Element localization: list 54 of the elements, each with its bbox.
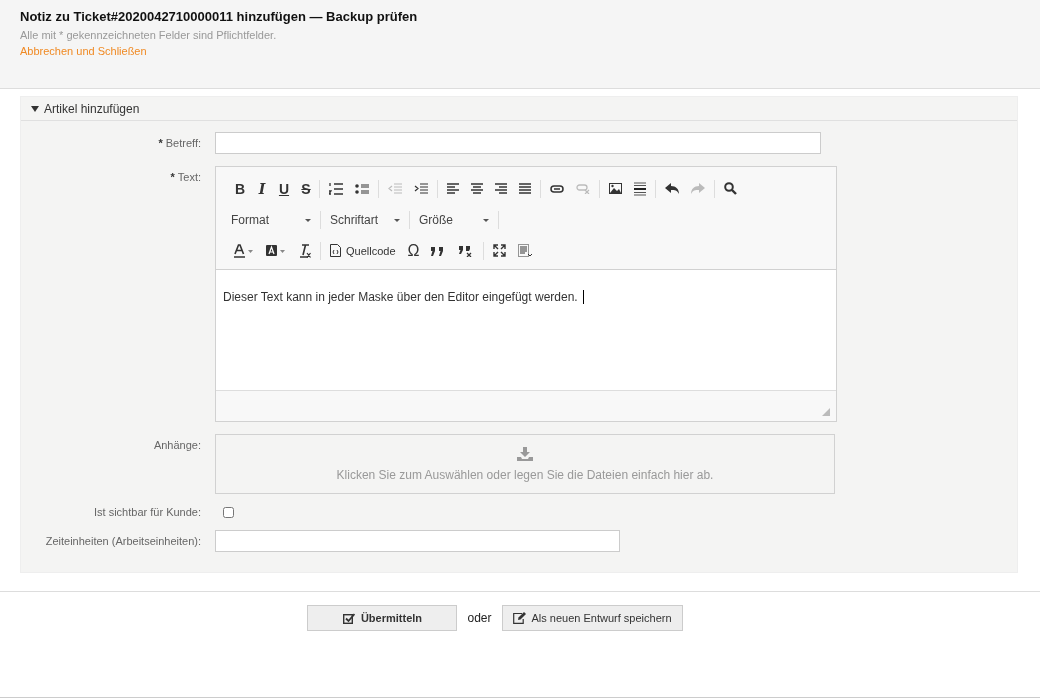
download-tray-icon — [517, 446, 533, 461]
section-title: Artikel hinzufügen — [44, 101, 140, 116]
horizontal-rule-icon[interactable] — [634, 181, 646, 196]
numbered-list-icon[interactable] — [329, 182, 343, 195]
show-blocks-icon[interactable] — [517, 243, 532, 258]
image-icon[interactable] — [609, 183, 622, 194]
drop-zone-hint: Klicken Sie zum Auswählen oder legen Sie die Dateien einfach hier ab. — [336, 467, 714, 482]
text-color-icon[interactable] — [234, 243, 254, 258]
save-draft-button[interactable]: Als neuen Entwurf speichern — [501, 605, 683, 631]
editor-content[interactable]: Dieser Text kann in jeder Maske über den Editor eingefügt werden. — [216, 270, 836, 390]
document-code-icon — [330, 244, 341, 257]
link-icon[interactable] — [550, 184, 564, 193]
justify-icon[interactable] — [519, 183, 531, 194]
dialog-title: Notiz zu Ticket#2020042710000011 hinzufügen — Backup prüfen — [20, 9, 419, 24]
section-header[interactable]: Artikel hinzufügen — [21, 97, 1017, 121]
required-mark: * — [170, 171, 175, 183]
format-button[interactable]: I — [256, 180, 268, 197]
background-color-icon[interactable] — [266, 244, 286, 257]
align-left-icon[interactable] — [447, 183, 459, 194]
format-button[interactable]: U — [278, 180, 290, 197]
search-icon[interactable] — [724, 182, 737, 195]
field-label: Zeiteinheiten (Arbeitseinheiten): — [45, 535, 201, 547]
indent-icon[interactable] — [414, 182, 428, 195]
submit-button[interactable]: Übermitteln — [307, 605, 458, 631]
editor-dropdown[interactable]: Größe — [419, 212, 489, 227]
checkbox-tick-icon — [342, 612, 355, 624]
required-mark: * — [158, 137, 163, 149]
field-label: Ist sichtbar für Kunde: — [94, 506, 201, 518]
editor-dropdown[interactable]: Schriftart — [330, 212, 400, 227]
clear-formatting-icon[interactable] — [298, 243, 311, 258]
field-label: Text: — [177, 171, 201, 183]
remove-quote-icon[interactable] — [457, 244, 474, 257]
edit-icon — [512, 612, 526, 624]
required-hint: Alle mit * gekennzeichneten Felder sind Pflichtfelder. — [20, 29, 278, 41]
collapse-triangle-icon — [31, 105, 39, 112]
align-center-icon[interactable] — [471, 183, 483, 194]
format-button[interactable]: B — [234, 180, 246, 197]
time-units-input[interactable] — [215, 530, 620, 552]
quote-icon[interactable] — [429, 244, 446, 257]
editor-dropdown[interactable]: Format — [231, 212, 311, 227]
undo-icon[interactable] — [665, 183, 679, 194]
field-label: Anhänge: — [153, 439, 201, 451]
source-code-button[interactable]: Quellcode — [330, 244, 396, 257]
resize-grip-icon[interactable] — [822, 408, 830, 416]
subject-input[interactable] — [215, 132, 821, 154]
special-character-button[interactable]: Ω — [407, 241, 420, 260]
bullet-list-icon[interactable] — [355, 182, 369, 195]
or-text: oder — [467, 611, 492, 625]
align-right-icon[interactable] — [495, 183, 507, 194]
editor-text: Dieser Text kann in jeder Maske über den Editor eingefügt werden. — [223, 290, 578, 304]
visible-checkbox[interactable] — [223, 506, 234, 518]
format-button[interactable]: S — [300, 180, 312, 197]
maximize-icon[interactable] — [492, 244, 506, 257]
field-label: Betreff: — [165, 137, 201, 149]
